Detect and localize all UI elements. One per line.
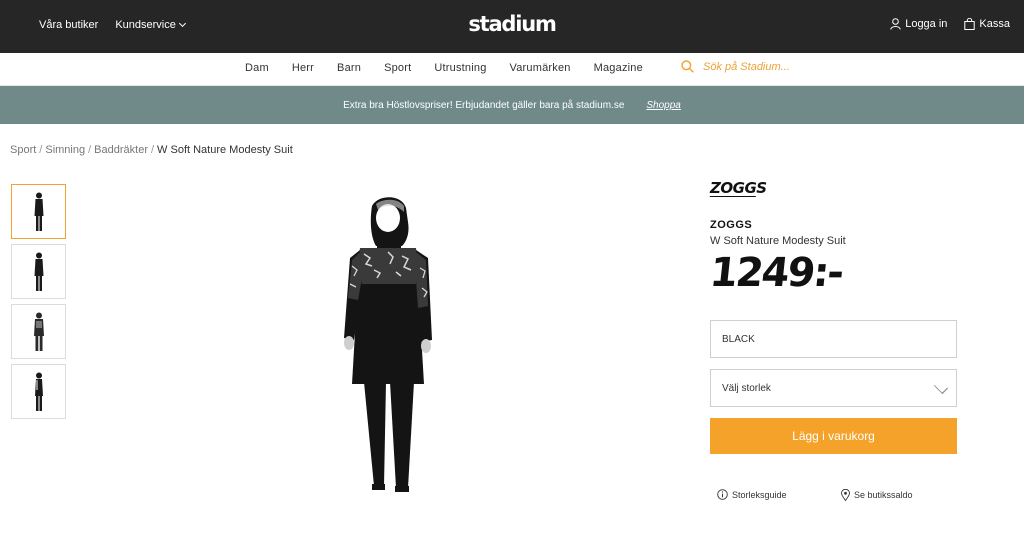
nav-item-varumarken[interactable]: Varumärken xyxy=(510,62,571,74)
color-selector[interactable]: BLACK xyxy=(710,320,957,358)
promo-text: Extra bra Höstlovspriser! Erbjudandet gä… xyxy=(343,99,625,111)
cart-button[interactable]: Kassa xyxy=(964,18,1010,30)
login-label: Logga in xyxy=(905,18,948,30)
size-guide-link[interactable]: Storleksguide xyxy=(717,489,787,500)
add-to-cart-button[interactable]: Lägg i varukorg xyxy=(710,418,957,454)
nav-item-herr[interactable]: Herr xyxy=(292,62,314,74)
thumbnail-front[interactable] xyxy=(11,184,66,239)
product-title: W Soft Nature Modesty Suit xyxy=(710,235,846,247)
product-main-image[interactable] xyxy=(330,188,440,498)
login-button[interactable]: Logga in xyxy=(890,18,947,30)
brand-logo[interactable]: ZOGGS xyxy=(709,179,767,197)
top-bar: Våra butiker Kundservice stadium Logga i… xyxy=(0,0,1024,53)
search-input[interactable] xyxy=(703,60,843,73)
user-icon xyxy=(890,18,901,30)
location-pin-icon xyxy=(841,489,850,501)
top-bar-right: Logga in Kassa xyxy=(890,18,1010,30)
breadcrumb: Sport / Simning / Baddräkter / W Soft Nature M… xyxy=(10,144,293,156)
stadium-logo[interactable]: stadium xyxy=(0,12,1024,36)
product-price: 1249:- xyxy=(707,250,845,296)
thumbnail-side[interactable] xyxy=(11,364,66,419)
nav-item-sport[interactable]: Sport xyxy=(384,62,411,74)
breadcrumb-baddrakter[interactable]: Baddräkter xyxy=(94,144,148,156)
nav-item-dam[interactable]: Dam xyxy=(245,62,269,74)
store-stock-link[interactable]: Se butikssaldo xyxy=(841,489,913,501)
brand-logo-swoosh xyxy=(709,195,757,197)
breadcrumb-separator: / xyxy=(88,144,92,156)
nav-item-barn[interactable]: Barn xyxy=(337,62,361,74)
thumbnail-model[interactable] xyxy=(11,304,66,359)
product-thumbnail-image xyxy=(34,372,43,411)
product-brand: ZOGGS xyxy=(710,219,753,231)
size-guide-label: Storleksguide xyxy=(732,489,787,500)
chevron-down-icon xyxy=(933,379,949,395)
main-nav: Dam Herr Barn Sport Utrustning Varumärke… xyxy=(0,53,1024,86)
nav-menu: Dam Herr Barn Sport Utrustning Varumärke… xyxy=(245,62,666,74)
search-icon[interactable] xyxy=(681,60,694,73)
promo-shop-link[interactable]: Shoppa xyxy=(646,100,680,111)
color-value: BLACK xyxy=(722,333,755,345)
search-bar xyxy=(681,60,843,73)
size-placeholder: Välj storlek xyxy=(722,382,771,394)
info-icon xyxy=(717,489,728,500)
breadcrumb-sport[interactable]: Sport xyxy=(10,144,36,156)
promo-banner: Extra bra Höstlovspriser! Erbjudandet gä… xyxy=(0,86,1024,124)
store-stock-label: Se butikssaldo xyxy=(854,490,913,500)
product-thumbnail-image xyxy=(34,192,43,231)
size-selector[interactable]: Välj storlek xyxy=(710,369,957,407)
thumbnail-back[interactable] xyxy=(11,244,66,299)
nav-item-utrustning[interactable]: Utrustning xyxy=(434,62,486,74)
product-thumbnail-image xyxy=(34,252,43,291)
nav-item-magazine[interactable]: Magazine xyxy=(594,62,643,74)
breadcrumb-simning[interactable]: Simning xyxy=(45,144,85,156)
shopping-bag-icon xyxy=(964,18,976,30)
breadcrumb-current: W Soft Nature Modesty Suit xyxy=(157,144,293,156)
breadcrumb-separator: / xyxy=(39,144,43,156)
cart-label: Kassa xyxy=(979,18,1010,30)
product-thumbnail-image xyxy=(33,312,44,351)
breadcrumb-separator: / xyxy=(150,144,155,156)
